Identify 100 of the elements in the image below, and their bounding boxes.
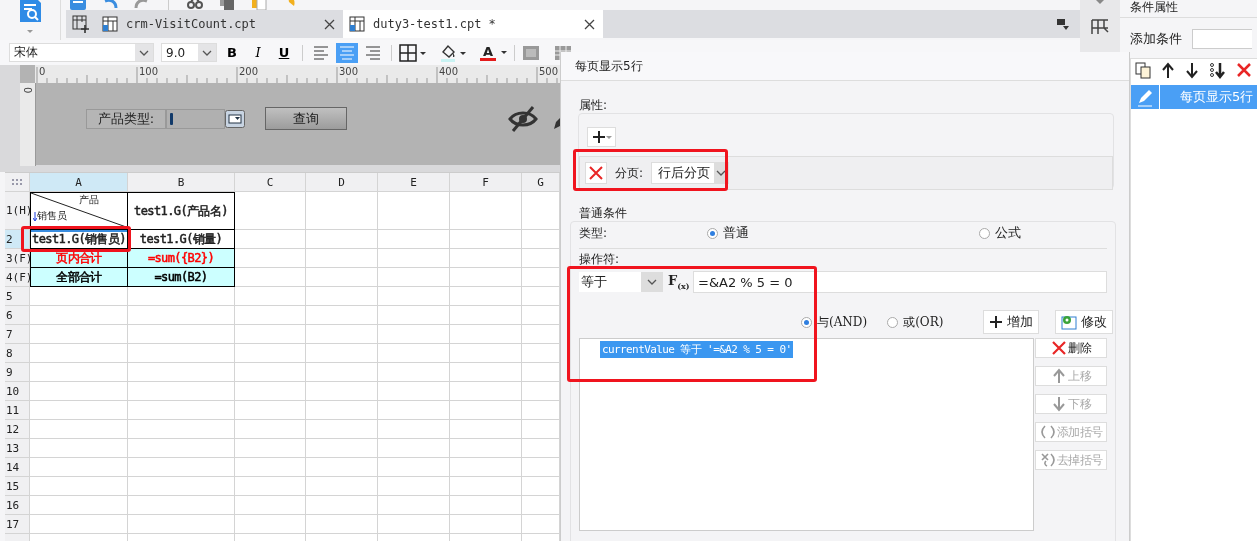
column-header[interactable]: B (128, 173, 235, 192)
add-button[interactable]: 增加 (983, 310, 1040, 334)
table-cell[interactable] (450, 515, 522, 534)
radio-button[interactable] (979, 227, 991, 239)
table-cell[interactable] (378, 363, 450, 382)
row-header[interactable]: 3(F) (5, 249, 30, 268)
table-cell[interactable] (378, 439, 450, 458)
table-cell[interactable] (128, 401, 235, 420)
table-cell[interactable] (450, 382, 522, 401)
delete-button[interactable]: 删除 (1035, 338, 1107, 358)
table-cell[interactable] (378, 401, 450, 420)
bold-button[interactable]: B (221, 42, 243, 63)
table-cell[interactable] (378, 458, 450, 477)
table-cell[interactable] (235, 344, 306, 363)
column-header[interactable]: A (30, 173, 128, 192)
row-header[interactable]: 11 (5, 401, 30, 420)
table-cell[interactable] (306, 306, 378, 325)
table-cell[interactable] (306, 230, 378, 249)
radio-button[interactable] (801, 316, 812, 328)
row-header[interactable]: 10 (5, 382, 30, 401)
table-cell[interactable] (128, 439, 235, 458)
column-header[interactable]: G (522, 173, 560, 192)
table-cell[interactable] (450, 268, 522, 287)
table-cell[interactable] (450, 439, 522, 458)
table-cell[interactable] (128, 363, 235, 382)
app-logo-icon[interactable] (17, 0, 43, 22)
row-header[interactable]: 16 (5, 496, 30, 515)
table-cell[interactable] (306, 515, 378, 534)
caret-icon[interactable] (501, 51, 507, 54)
close-icon[interactable] (584, 18, 595, 30)
copy-icon[interactable] (1135, 62, 1151, 79)
table-cell[interactable] (128, 515, 235, 534)
row-header[interactable]: 17 (5, 515, 30, 534)
hidden-eye-icon[interactable] (508, 104, 538, 133)
table-cell[interactable] (235, 325, 306, 344)
new-tab-icon[interactable] (72, 15, 90, 33)
table-cell[interactable] (378, 306, 450, 325)
table-cell[interactable] (235, 192, 306, 230)
add-property-button[interactable] (587, 127, 616, 147)
underline-button[interactable]: U (273, 42, 295, 63)
table-cell[interactable] (450, 344, 522, 363)
move-bottom-icon[interactable] (1209, 62, 1226, 79)
table-cell[interactable] (128, 287, 235, 306)
table-cell[interactable] (306, 344, 378, 363)
table-cell[interactable] (30, 439, 128, 458)
table-cell[interactable] (30, 496, 128, 515)
table-cell[interactable] (30, 420, 128, 439)
table-cell[interactable] (235, 477, 306, 496)
font-color-button[interactable]: A (479, 44, 497, 61)
table-cell[interactable] (306, 382, 378, 401)
table-cell[interactable] (306, 458, 378, 477)
table-cell[interactable] (235, 496, 306, 515)
down-arrow-icon[interactable] (1185, 62, 1199, 79)
operand-field[interactable]: =&A2 % 5 = 0 (693, 271, 1107, 293)
table-cell[interactable] (378, 477, 450, 496)
column-header[interactable]: E (378, 173, 450, 192)
table-cell[interactable] (378, 230, 450, 249)
table-cell[interactable] (378, 344, 450, 363)
table-cell[interactable] (306, 192, 378, 230)
radio-button[interactable] (887, 316, 899, 328)
table-cell[interactable] (30, 458, 128, 477)
pagination-select[interactable]: 行后分页 (651, 162, 730, 184)
table-cell[interactable] (378, 382, 450, 401)
table-cell[interactable] (128, 325, 235, 344)
align-center-button[interactable] (336, 42, 358, 63)
table-cell[interactable]: 全部合计 (30, 268, 128, 287)
font-select[interactable]: 宋体 (9, 43, 154, 62)
merge-cells-icon[interactable] (522, 43, 540, 62)
table-cell[interactable] (306, 363, 378, 382)
table-cell[interactable] (450, 458, 522, 477)
table-cell[interactable] (235, 268, 306, 287)
table-cell[interactable] (128, 382, 235, 401)
borders-icon[interactable] (399, 43, 427, 62)
table-cell[interactable] (30, 306, 128, 325)
table-cell[interactable] (235, 401, 306, 420)
table-cell[interactable] (30, 363, 128, 382)
table-cell[interactable] (128, 344, 235, 363)
delete-icon[interactable] (1236, 62, 1252, 79)
table-cell[interactable]: =sum(B2) (128, 268, 235, 287)
formula-button[interactable]: F$_{(x)}$ (668, 273, 688, 291)
row-header[interactable]: 8 (5, 344, 30, 363)
row-header[interactable]: 12 (5, 420, 30, 439)
font-size-select[interactable]: 9.0 (161, 43, 217, 62)
table-cell[interactable] (235, 230, 306, 249)
table-cell[interactable] (128, 496, 235, 515)
file-tab[interactable]: crm-VisitCount.cpt (96, 10, 343, 38)
table-cell[interactable] (30, 401, 128, 420)
table-cell[interactable]: test1.G(产品名) (128, 192, 235, 230)
table-cell[interactable] (450, 401, 522, 420)
select-all-icon[interactable] (12, 179, 22, 185)
table-cell[interactable] (306, 249, 378, 268)
table-cell[interactable] (450, 325, 522, 344)
table-cell[interactable] (450, 496, 522, 515)
table-cell[interactable] (235, 287, 306, 306)
table-cell[interactable] (306, 401, 378, 420)
row-header[interactable]: 4(F) (5, 268, 30, 287)
operator-select[interactable]: 等于 (579, 272, 663, 292)
up-arrow-icon[interactable] (1161, 62, 1175, 79)
report-grid-icon[interactable] (1091, 18, 1109, 36)
table-cell[interactable] (235, 515, 306, 534)
